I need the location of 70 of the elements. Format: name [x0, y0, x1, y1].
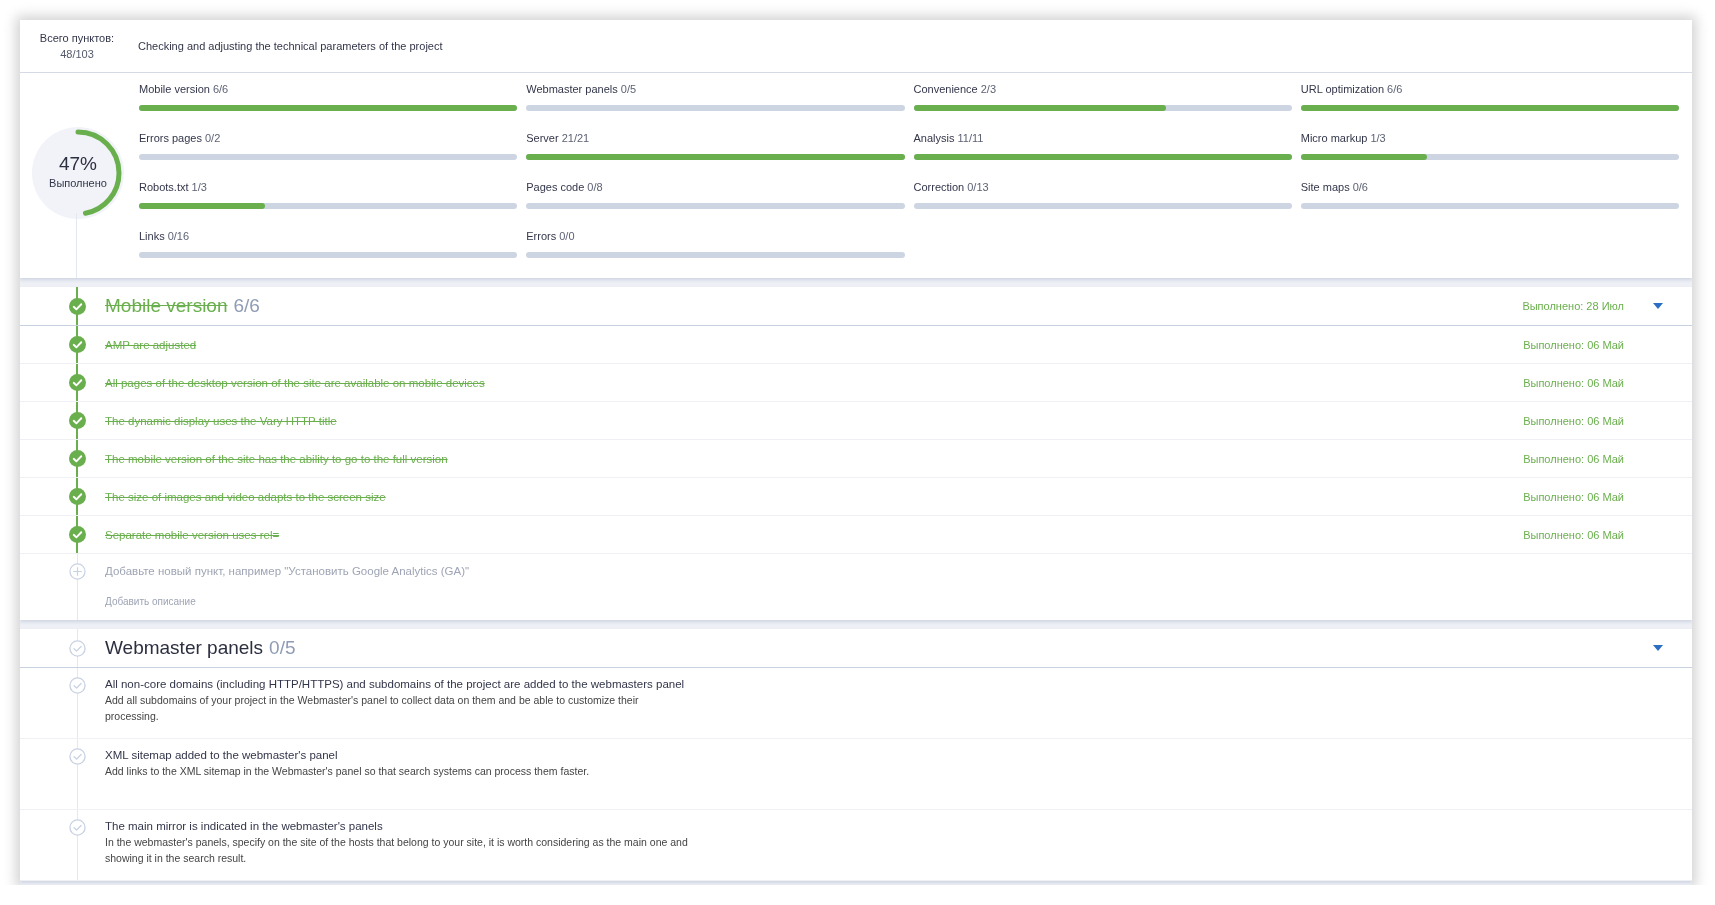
item-description: Add all subdomains of your project in the Webmaster's panel to collect data on them and be able to customize their processing.	[105, 693, 640, 724]
category-count: 0/8	[587, 181, 603, 193]
total-value: 48/103	[59, 47, 95, 62]
category-count: 0/2	[205, 132, 221, 144]
item-description: In the webmaster's panels, specify on the site of the hosts that belong to your site, it is worth considering as the main one and showing it in the search result.	[105, 835, 689, 866]
caret-icon[interactable]	[1653, 645, 1663, 651]
add-icon[interactable]	[69, 563, 86, 580]
completed-date: Выполнено: 06 Май	[1523, 376, 1624, 389]
category-count: 1/3	[1370, 132, 1386, 144]
check-circle-icon[interactable]	[69, 526, 86, 543]
check-circle-icon[interactable]	[69, 412, 86, 429]
category-name: Robots.txt	[139, 181, 189, 193]
category-name: Server	[526, 132, 559, 144]
check-outline-icon[interactable]	[69, 748, 86, 765]
check-circle-icon[interactable]	[69, 297, 86, 315]
completed-date: Выполнено: 06 Май	[1523, 452, 1624, 465]
checklist-item: XML sitemap added to the webmaster's panel	[105, 749, 339, 761]
category-name: Webmaster panels	[526, 83, 618, 95]
category-name: Errors	[526, 230, 557, 242]
check-outline-icon[interactable]	[69, 819, 86, 836]
category-count: 0/13	[967, 181, 989, 193]
check-circle-icon[interactable]	[69, 450, 86, 467]
category-count: 6/6	[212, 83, 229, 95]
completed-date: Выполнено: 06 Май	[1523, 490, 1624, 503]
checklist-item: All non-core domains (including HTTP/HTTPS) and subdomains of the project are added to the webmasters panel	[105, 678, 686, 690]
category-name: Mobile version	[139, 83, 210, 95]
project-title: Checking and adjusting the technical parameters of the project	[138, 40, 443, 52]
section-title: Mobile version	[105, 295, 228, 316]
checklist-item: Separate mobile version uses rel=	[105, 528, 281, 541]
category-name: Micro markup	[1300, 132, 1368, 144]
completed-date: Выполнено: 06 Май	[1523, 528, 1624, 541]
category-name: Site maps	[1300, 181, 1350, 193]
checklist-item: AMP are adjusted	[105, 338, 198, 351]
category-count: 2/3	[980, 83, 996, 95]
item-description: Add links to the XML sitemap in the Webmaster's panel so that search systems can process them faster.	[105, 764, 591, 779]
check-circle-icon[interactable]	[69, 374, 86, 391]
category-count: 0/6	[1352, 181, 1368, 193]
check-outline-icon[interactable]	[69, 639, 86, 657]
percent-value: 47%	[58, 153, 98, 175]
checklist-item: The mobile version of the site has the ability to go to the full version	[105, 452, 449, 465]
check-circle-icon[interactable]	[69, 336, 86, 353]
caret-icon[interactable]	[1653, 303, 1663, 309]
section-title: Webmaster panels	[105, 637, 264, 658]
category-name: Errors pages	[139, 132, 202, 144]
category-count: 0/5	[620, 83, 637, 95]
category-name: Correction	[913, 181, 965, 193]
checklist-item: All pages of the desktop version of the site are available on mobile devices	[105, 376, 486, 389]
category-count: 11/11	[957, 132, 984, 144]
section-count: 6/6	[233, 295, 260, 316]
category-count: 0/0	[559, 230, 575, 242]
completed-date: Выполнено: 06 Май	[1523, 338, 1624, 351]
category-count: 6/6	[1387, 83, 1403, 95]
category-name: Analysis	[913, 132, 955, 144]
percent-caption: Выполнено	[48, 177, 108, 189]
category-count: 21/21	[561, 132, 590, 144]
checklist-item: The size of images and video adapts to the screen size	[105, 490, 387, 503]
category-name: Convenience	[913, 83, 978, 95]
checklist-item: The dynamic display uses the Vary HTTP title	[105, 414, 338, 427]
category-count: 1/3	[191, 181, 207, 193]
check-outline-icon[interactable]	[69, 677, 86, 694]
checklist-item: The main mirror is indicated in the webmaster's panels	[105, 820, 384, 832]
section-count: 0/5	[269, 637, 296, 658]
category-count: 0/16	[167, 230, 190, 242]
completed-date: Выполнено: 28 Июл	[1522, 300, 1624, 312]
total-label: Всего пунктов:	[38, 31, 116, 46]
check-circle-icon[interactable]	[69, 488, 86, 505]
completed-date: Выполнено: 06 Май	[1523, 414, 1624, 427]
category-name: Pages code	[526, 181, 585, 193]
category-name: URL optimization	[1300, 83, 1385, 95]
category-name: Links	[139, 230, 165, 242]
